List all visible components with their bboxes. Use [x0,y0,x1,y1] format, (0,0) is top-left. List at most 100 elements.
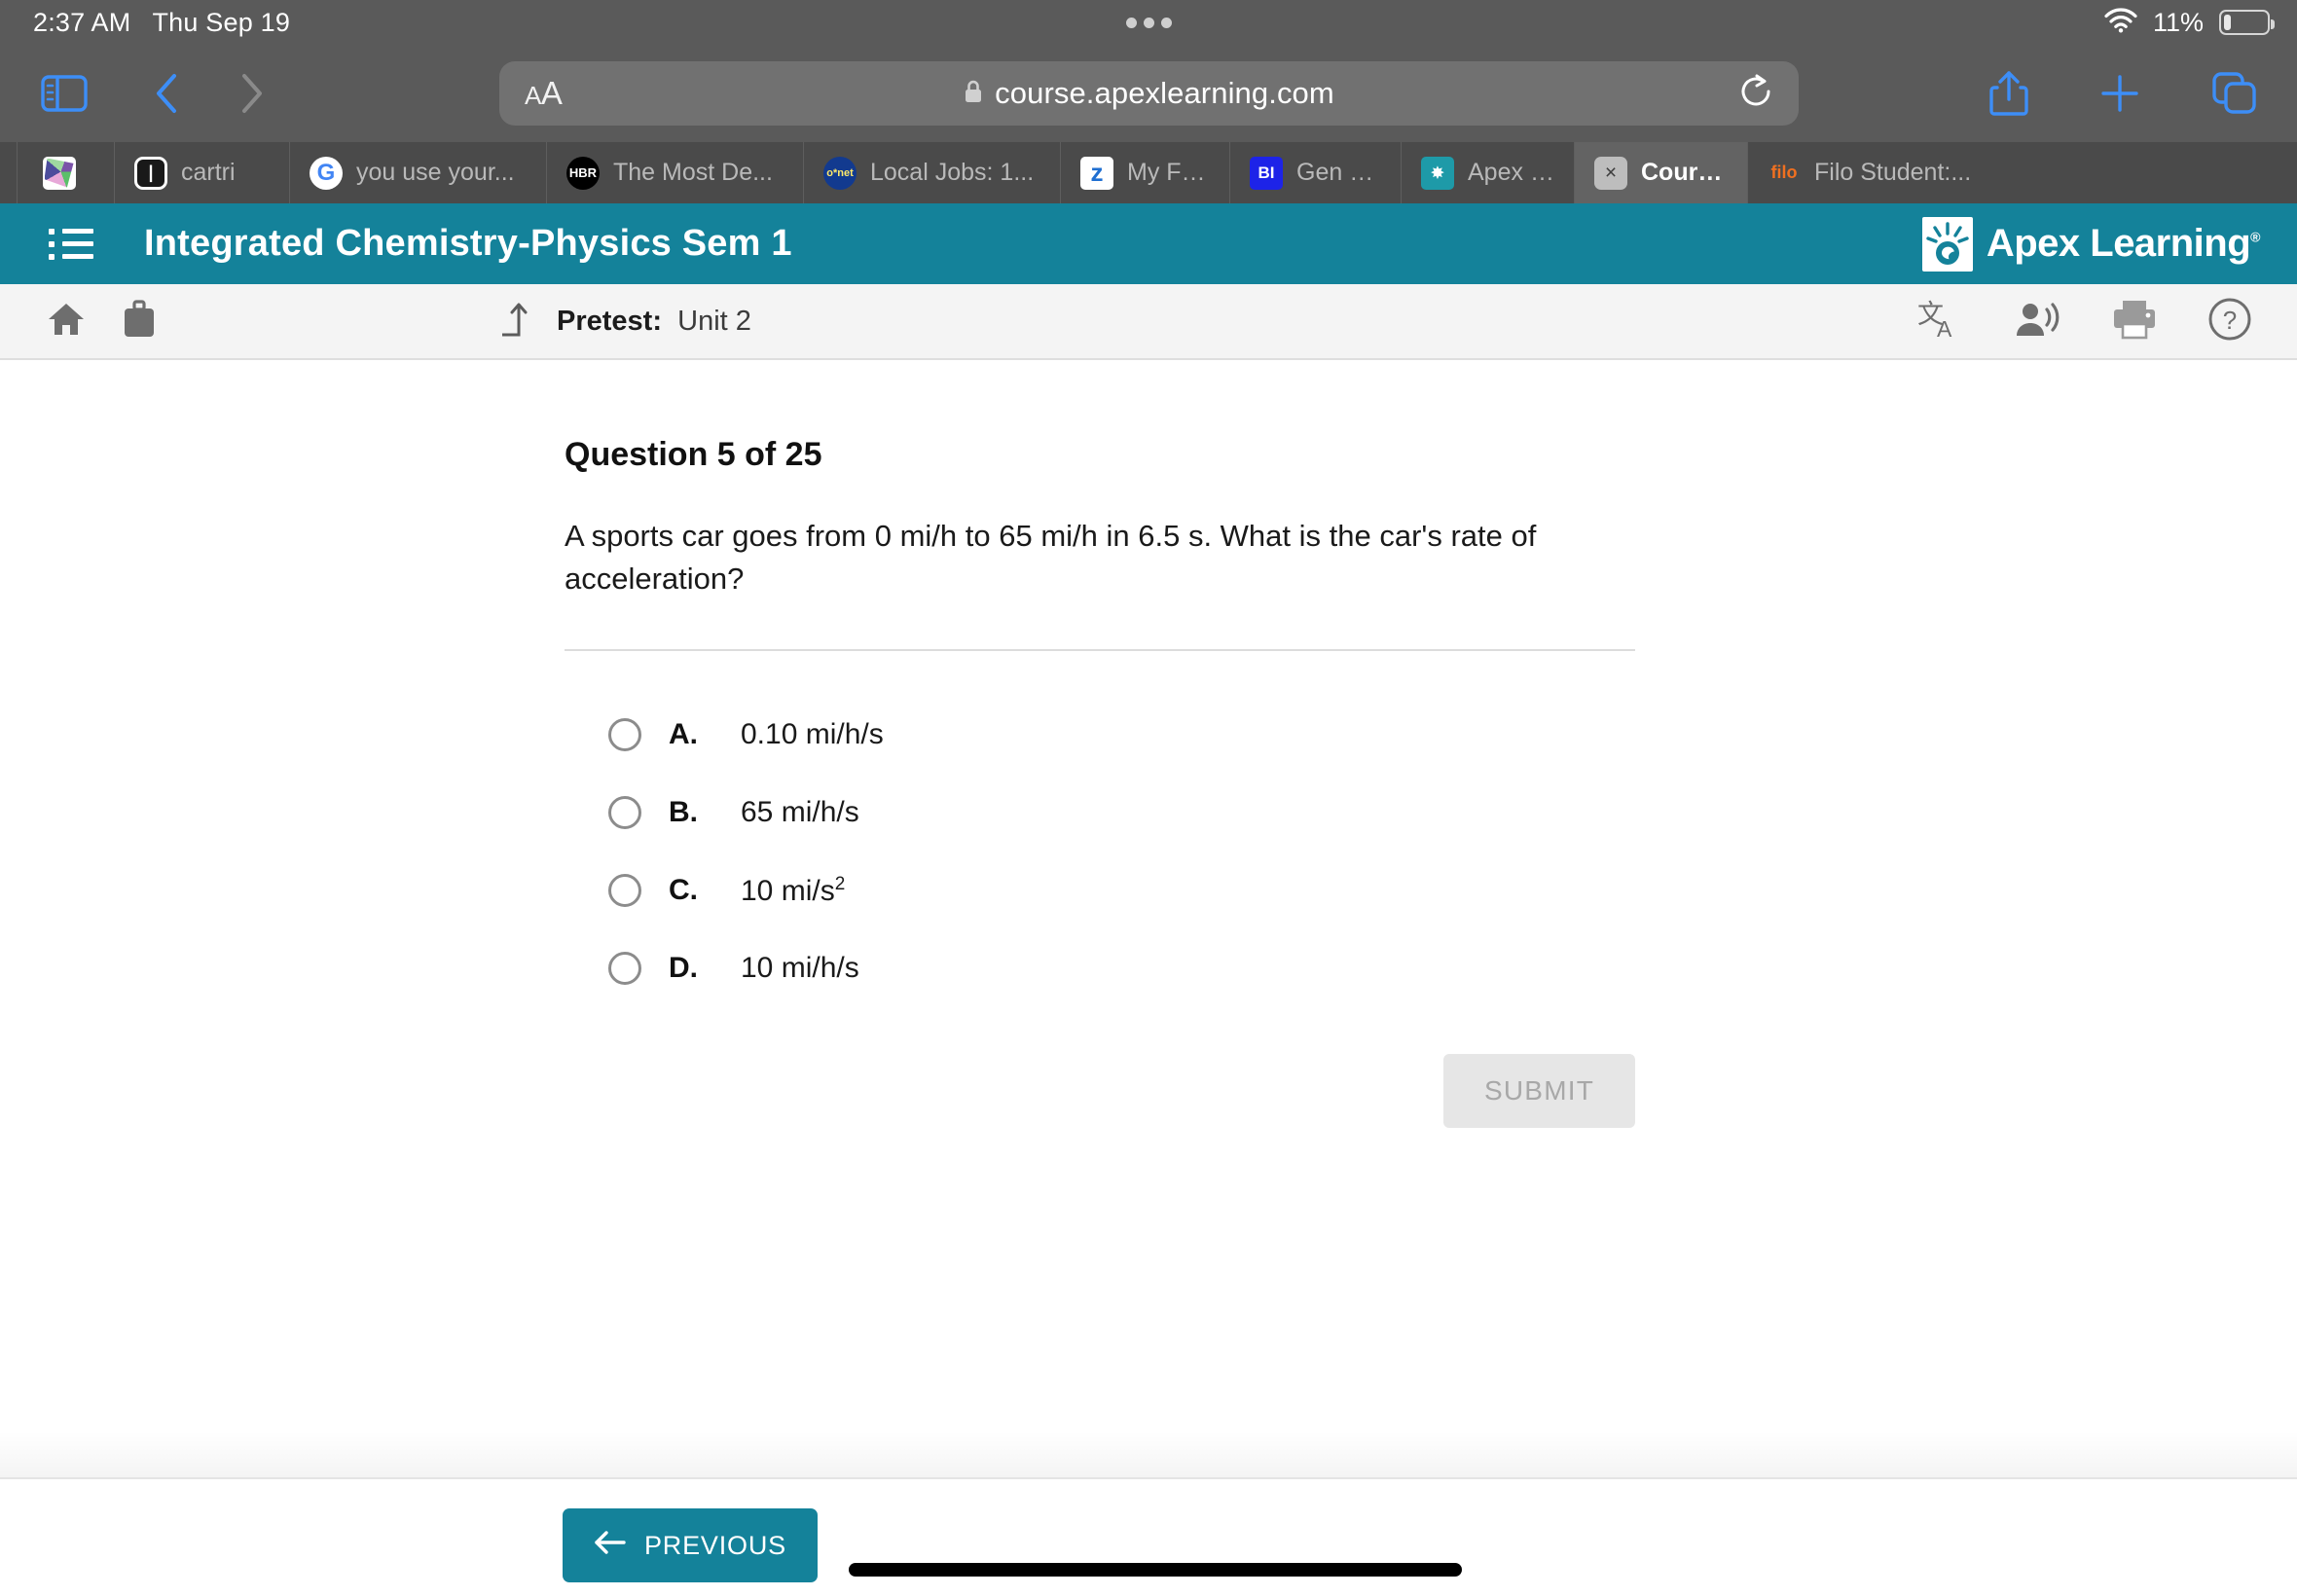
option-text: 10 mi/h/s [741,952,859,985]
browser-tab[interactable]: z My Favorite... [1061,142,1230,203]
tab-label: Filo Student:... [1814,159,1972,186]
option-letter: D. [669,952,698,985]
question-prompt: A sports car goes from 0 mi/h to 65 mi/h… [565,519,1537,597]
chevron-left-icon[interactable] [154,72,179,115]
tab-label: cartri [181,159,236,186]
chevron-right-icon[interactable] [239,72,265,115]
browser-tab[interactable] [18,142,115,203]
answer-option-d[interactable]: D. 10 mi/h/s [608,929,1635,1007]
home-indicator[interactable] [849,1563,1462,1577]
submit-row: SUBMIT [565,1054,1635,1129]
option-exponent: 2 [834,873,846,894]
radio-button-a[interactable] [608,718,641,752]
status-bar-center [0,17,2297,28]
svg-text:A: A [1937,316,1952,341]
zillow-favicon: z [1080,156,1113,190]
radio-button-d[interactable] [608,952,641,986]
tab-strip-edge [0,142,18,203]
brand-name: Apex Learning® [1986,222,2261,265]
share-icon[interactable] [1989,69,2028,118]
question-heading: Question 5 of 25 [565,436,822,473]
browser-tab[interactable]: HBR The Most De... [547,142,804,203]
breadcrumb-type: Pretest: [557,305,662,337]
tab-label: The Most De... [613,159,773,186]
radio-button-c[interactable] [608,874,641,908]
navigation-footer: PREVIOUS [0,1477,2297,1596]
answer-options-list: A. 0.10 mi/h/s B. 65 mi/h/s C. 10 mi/s2 … [565,696,1635,1007]
breadcrumb: Pretest: Unit 2 [496,300,751,344]
tab-label: Courses [1641,159,1728,186]
url-display: course.apexlearning.com [499,76,1799,111]
lock-icon [964,79,983,109]
translate-icon[interactable]: 文 A [1917,298,1964,345]
plus-icon[interactable] [2098,72,2141,115]
brand-logo: Apex Learning® [1921,216,2261,272]
battery-icon [2219,10,2275,35]
tab-label: My Favorite... [1127,159,1210,186]
app-header: Integrated Chemistry-Physics Sem 1 Apex … [0,203,2297,284]
reload-icon[interactable] [1740,73,1773,115]
browser-tab-strip: | cartri G you use your... HBR The Most … [0,142,2297,203]
arrow-up-level-icon[interactable] [496,300,531,344]
read-aloud-icon[interactable] [2015,299,2061,345]
option-letter: B. [669,796,698,829]
hamburger-menu-icon[interactable] [49,228,93,260]
toolbar-right-icons: 文 A ? [1917,297,2252,346]
url-bar[interactable]: AA course.apexlearning.com [499,61,1799,126]
tab-label: Local Jobs: 1... [870,159,1035,186]
option-text: 65 mi/h/s [741,796,859,829]
option-text: 10 mi/s2 [741,873,846,907]
safari-toolbar: AA course.apexlearning.com [0,45,2297,142]
wifi-icon [2104,7,2137,38]
battery-percent: 11% [2152,7,2204,37]
browser-tab[interactable]: G you use your... [290,142,547,203]
filo-favicon: filo [1770,163,1798,182]
browser-tab[interactable]: | cartri [115,142,290,203]
print-icon[interactable] [2112,299,2157,345]
home-icon[interactable] [47,301,86,343]
safari-right-actions [1989,69,2258,118]
help-icon[interactable]: ? [2207,297,2252,346]
toolbar-left-icons [47,299,158,344]
business-insider-favicon: BI [1250,156,1283,190]
tab-label: you use your... [356,159,515,186]
page-title: Integrated Chemistry-Physics Sem 1 [144,223,792,264]
browser-tab[interactable]: BI Gen Z: Major... [1230,142,1402,203]
previous-button-label: PREVIOUS [644,1530,786,1560]
browser-tab[interactable]: o*net Local Jobs: 1... [804,142,1061,203]
status-bar-right: 11% [2104,7,2275,38]
radio-button-b[interactable] [608,796,641,830]
onet-favicon: o*net [823,156,857,190]
text-size-button[interactable]: AA [525,75,563,112]
tabs-overview-icon[interactable] [2211,71,2258,116]
answer-option-c[interactable]: C. 10 mi/s2 [608,852,1635,929]
multitasking-dots-icon[interactable] [1125,17,1172,28]
browser-tab[interactable]: filo Filo Student:... [1748,142,2001,203]
tab-label: Gen Z: Major... [1296,159,1381,186]
browser-tab[interactable]: ✸ Apex Learning [1402,142,1575,203]
trademark-symbol: ® [2250,229,2260,245]
question-block: Question 5 of 25 A sports car goes from … [565,436,1635,1129]
breadcrumb-unit: Unit 2 [677,305,751,337]
sidebar-toggle-icon[interactable] [41,75,88,112]
answer-option-a[interactable]: A. 0.10 mi/h/s [608,696,1635,774]
option-letter: A. [669,718,698,751]
answer-option-b[interactable]: B. 65 mi/h/s [608,774,1635,852]
svg-text:?: ? [2223,306,2237,335]
tab-label: Apex Learning [1468,159,1554,186]
arrow-left-icon [594,1530,627,1562]
course-toolbar: Pretest: Unit 2 文 A ? [0,284,2297,360]
submit-button[interactable]: SUBMIT [1443,1054,1635,1129]
previous-button[interactable]: PREVIOUS [563,1508,818,1582]
google-favicon: G [310,156,343,190]
url-text: course.apexlearning.com [995,76,1334,110]
browser-tab-active[interactable]: × Courses [1575,142,1748,203]
content-scroll-shadow [0,1431,2297,1477]
section-divider [565,649,1635,652]
apex-learning-favicon: ✸ [1421,156,1454,190]
breadcrumb-label: Pretest: Unit 2 [557,306,751,338]
close-tab-icon[interactable]: × [1594,156,1627,190]
question-content-area: Question 5 of 25 A sports car goes from … [0,360,2297,1477]
apex-learning-logo-icon [1921,216,1973,272]
briefcase-icon[interactable] [121,299,158,344]
